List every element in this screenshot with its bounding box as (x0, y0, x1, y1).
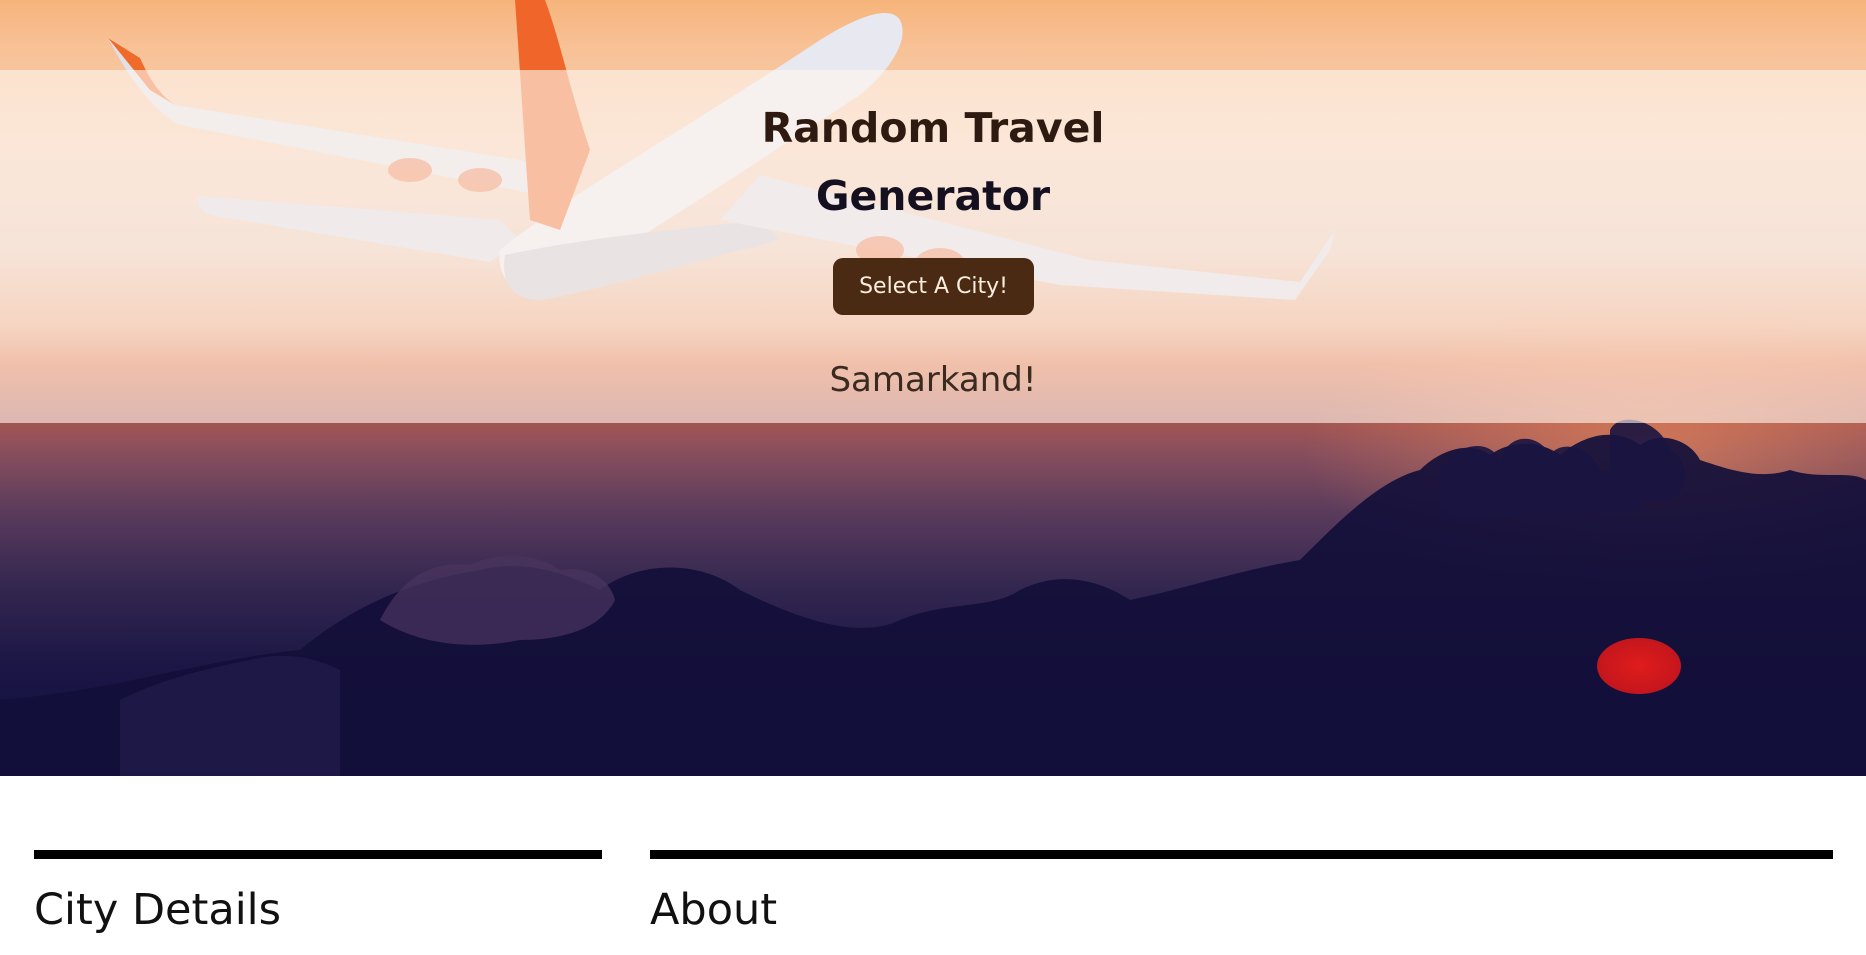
selected-city-text: Samarkand! (829, 360, 1037, 400)
title-line-1: Random Travel (761, 104, 1105, 152)
city-details-divider (34, 850, 602, 859)
page-title: Random Travel Generator (0, 94, 1866, 230)
about-heading: About (650, 885, 778, 935)
city-details-heading: City Details (34, 885, 282, 935)
about-section: About (650, 850, 1833, 936)
about-divider (650, 850, 1833, 859)
title-panel: Random Travel Generator Select A City! S… (0, 70, 1866, 423)
city-details-section: City Details (34, 850, 602, 936)
hero-banner: Random Travel Generator Select A City! S… (0, 0, 1866, 776)
title-line-2: Generator (815, 172, 1051, 220)
select-city-button[interactable]: Select A City! (833, 258, 1034, 315)
